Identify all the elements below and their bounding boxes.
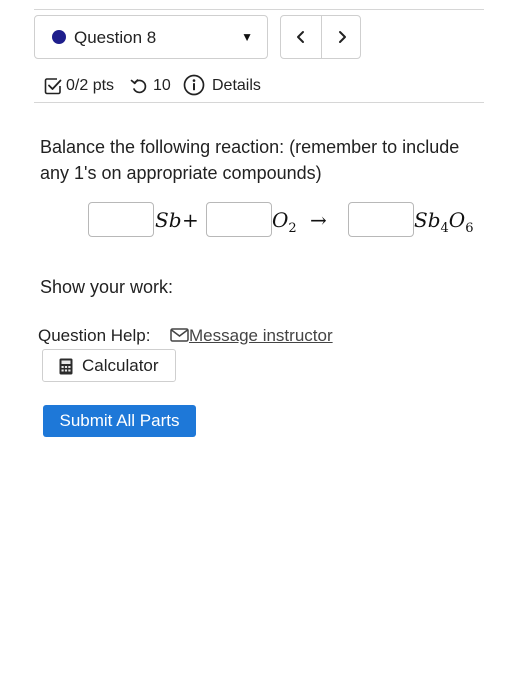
calculator-icon xyxy=(59,358,73,375)
details-button[interactable]: Details xyxy=(183,74,323,98)
equation-arrow: → xyxy=(310,208,327,232)
caret-down-icon: ▼ xyxy=(241,30,253,44)
info-icon xyxy=(183,74,205,96)
top-divider xyxy=(34,9,484,10)
checkbox-check-icon xyxy=(44,78,62,95)
message-instructor-label: Message instructor xyxy=(189,326,333,345)
meta-divider xyxy=(34,102,484,103)
question-select[interactable]: Question 8 ▼ xyxy=(34,15,268,59)
attempts-text: 10 xyxy=(153,77,171,94)
chevron-right-icon xyxy=(339,31,346,43)
previous-question-button[interactable] xyxy=(281,16,321,58)
question-status-dot xyxy=(52,30,66,44)
submit-label: Submit All Parts xyxy=(59,411,180,430)
submit-all-parts-button[interactable]: Submit All Parts xyxy=(43,405,196,437)
coefficient-input-sb[interactable] xyxy=(88,202,154,237)
chevron-left-icon xyxy=(297,31,304,43)
calculator-button[interactable]: Calculator xyxy=(42,349,176,382)
equation-reactant-o2: O2 xyxy=(272,208,297,236)
equation-reactant-sb: Sb xyxy=(155,208,182,232)
question-select-label: Question 8 xyxy=(74,28,157,47)
next-question-button[interactable] xyxy=(322,16,362,58)
coefficient-input-o2[interactable] xyxy=(206,202,272,237)
calculator-label: Calculator xyxy=(82,356,159,375)
points-text: 0/2 pts xyxy=(66,77,115,94)
coefficient-input-sb4o6[interactable] xyxy=(348,202,414,237)
details-label: Details xyxy=(212,77,261,94)
question-nav-group xyxy=(280,15,361,59)
question-help-label: Question Help: xyxy=(38,326,151,345)
show-work-label: Show your work: xyxy=(40,277,174,297)
equation-product-sb4o6: Sb4O6 xyxy=(414,208,474,236)
equation-plus: + xyxy=(182,208,199,232)
envelope-icon xyxy=(170,328,189,342)
retry-icon xyxy=(130,79,147,94)
question-prompt: Balance the following reaction: (remembe… xyxy=(40,137,460,183)
message-instructor-link[interactable]: Message instructor xyxy=(170,326,333,346)
